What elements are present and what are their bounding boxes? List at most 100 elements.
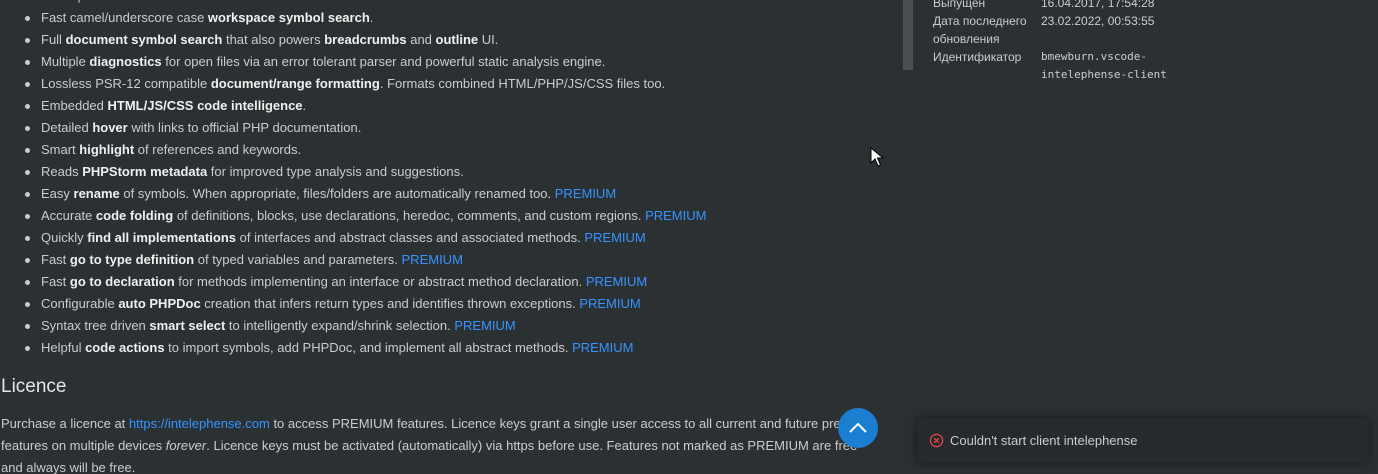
feature-list-item: Fast camel/underscore case workspace sym… — [0, 7, 890, 29]
metadata-row: Идентификатор bmewburn.vscode-intelephens… — [933, 48, 1233, 84]
text-run: Fast — [41, 274, 70, 289]
bold-term: document/range formatting — [210, 76, 380, 91]
licence-heading: Licence — [1, 376, 67, 397]
text-run: Quickly — [41, 230, 88, 245]
feature-list-item: Lossless PSR-12 compatible document/rang… — [0, 73, 890, 95]
bold-term: workspace symbol search — [207, 10, 370, 25]
licence-link[interactable]: https://intelephense.com — [129, 416, 270, 431]
bold-term: find all references — [140, 0, 251, 3]
text-run: Workspace-wide — [41, 0, 140, 3]
feature-list-item: Fast go to declaration for methods imple… — [0, 271, 890, 293]
premium-tag: PREMIUM — [401, 252, 463, 267]
text-run: for open files via an error tolerant par… — [161, 54, 606, 69]
text-run: Helpful — [41, 340, 86, 355]
text-run: Fast — [41, 252, 70, 267]
text-run: to import symbols, add PHPDoc, and imple… — [164, 340, 573, 355]
text-run: Configurable — [41, 296, 119, 311]
bold-term: hover — [92, 120, 128, 135]
feature-list-item: Full document symbol search that also po… — [0, 29, 890, 51]
licence-paragraph: Purchase a licence at https://intelephen… — [1, 413, 881, 474]
bold-term: smart select — [149, 318, 226, 333]
text-run: of definitions, blocks, use declarations… — [173, 208, 646, 223]
text-run: creation that infers return types and id… — [200, 296, 580, 311]
bold-term: find all implementations — [87, 230, 237, 245]
text-run: with links to official PHP documentation… — [127, 120, 362, 135]
text-run: Fast camel/underscore case — [41, 10, 208, 25]
bold-term: breadcrumbs — [324, 32, 407, 47]
text-run: Purchase a licence at — [1, 416, 129, 431]
metadata-label: Дата последнего обновления — [933, 14, 1027, 46]
bold-term: go to declaration — [69, 274, 175, 289]
bold-term: rename — [73, 186, 120, 201]
feature-list: Workspace-wide find all references.Fast … — [0, 0, 890, 359]
bold-term: document symbol search — [65, 32, 223, 47]
text-run: Easy — [41, 186, 74, 201]
sidebar-scrollbar[interactable] — [903, 0, 913, 70]
text-run: of interfaces and abstract classes and a… — [236, 230, 585, 245]
emphasis-text: forever — [165, 438, 207, 453]
extension-metadata: Выпущен 16.04.2017, 17:54:28 Дата последне… — [933, 0, 1233, 84]
bold-term: PHPStorm metadata — [82, 164, 208, 179]
metadata-value: bmewburn.vscode-intelephense-client — [1041, 50, 1167, 81]
feature-list-item: Workspace-wide find all references. — [0, 0, 890, 7]
notification-message: Couldn't start client intelephense — [950, 433, 1138, 448]
premium-tag: PREMIUM — [454, 318, 516, 333]
text-run: Accurate — [41, 208, 96, 223]
bold-term: outline — [435, 32, 479, 47]
feature-list-item: Syntax tree driven smart select to intel… — [0, 315, 890, 337]
feature-list-item: Easy rename of symbols. When appropriate… — [0, 183, 890, 205]
error-icon — [929, 433, 944, 448]
bold-term: diagnostics — [89, 54, 162, 69]
metadata-value: 23.02.2022, 00:53:55 — [1041, 14, 1155, 28]
premium-tag: PREMIUM — [572, 340, 634, 355]
feature-list-item: Reads PHPStorm metadata for improved typ… — [0, 161, 890, 183]
feature-list-item: Accurate code folding of definitions, bl… — [0, 205, 890, 227]
text-run: Syntax tree driven — [41, 318, 150, 333]
feature-list-item: Embedded HTML/JS/CSS code intelligence. — [0, 95, 890, 117]
bold-term: highlight — [79, 142, 135, 157]
metadata-row: Выпущен 16.04.2017, 17:54:28 — [933, 0, 1233, 12]
text-run: Reads — [41, 164, 83, 179]
bold-term: auto PHPDoc — [118, 296, 201, 311]
feature-list-item: Helpful code actions to import symbols, … — [0, 337, 890, 359]
text-run: of symbols. When appropriate, files/fold… — [119, 186, 555, 201]
bold-term: code folding — [95, 208, 174, 223]
feature-list-item: Detailed hover with links to official PH… — [0, 117, 890, 139]
text-run: . — [302, 98, 307, 113]
feature-list-item: Smart highlight of references and keywor… — [0, 139, 890, 161]
metadata-label: Выпущен — [933, 0, 986, 10]
text-run: for improved type analysis and suggestio… — [207, 164, 464, 179]
text-run: . — [252, 0, 256, 3]
premium-tag: PREMIUM — [554, 186, 617, 201]
bold-term: code actions — [85, 340, 165, 355]
text-run: of references and keywords. — [134, 142, 302, 157]
text-run: . — [369, 10, 374, 25]
chevron-up-icon — [849, 422, 867, 433]
feature-list-item: Multiple diagnostics for open files via … — [0, 51, 890, 73]
text-run: for methods implementing an interface or… — [174, 274, 586, 289]
text-run: . Formats combined HTML/PHP/JS/CSS files… — [379, 76, 666, 91]
scroll-to-top-button[interactable] — [838, 408, 878, 448]
text-run: Detailed — [41, 120, 93, 135]
premium-tag: PREMIUM — [579, 296, 641, 311]
feature-list-item: Fast go to type definition of typed vari… — [0, 249, 890, 271]
premium-tag: PREMIUM — [645, 208, 707, 223]
text-run: Embedded — [41, 98, 108, 113]
mouse-pointer-icon — [870, 147, 884, 167]
text-run: UI. — [478, 32, 499, 47]
feature-list-item: Configurable auto PHPDoc creation that i… — [0, 293, 890, 315]
premium-tag: PREMIUM — [584, 230, 646, 245]
text-run: Full — [41, 32, 66, 47]
text-run: and — [406, 32, 436, 47]
text-run: Smart — [41, 142, 80, 157]
text-run: to intelligently expand/shrink selection… — [225, 318, 455, 333]
error-notification[interactable]: Couldn't start client intelephense — [917, 418, 1369, 463]
text-run: of typed variables and parameters. — [194, 252, 402, 267]
metadata-row: Дата последнего обновления 23.02.2022, 00… — [933, 12, 1233, 48]
bold-term: HTML/JS/CSS code intelligence — [107, 98, 303, 113]
feature-list-item: Quickly find all implementations of inte… — [0, 227, 890, 249]
text-run: that also powers — [222, 32, 325, 47]
extension-readme: Workspace-wide find all references.Fast … — [0, 0, 890, 474]
premium-tag: PREMIUM — [585, 274, 648, 289]
text-run: Lossless PSR-12 compatible — [41, 76, 211, 91]
